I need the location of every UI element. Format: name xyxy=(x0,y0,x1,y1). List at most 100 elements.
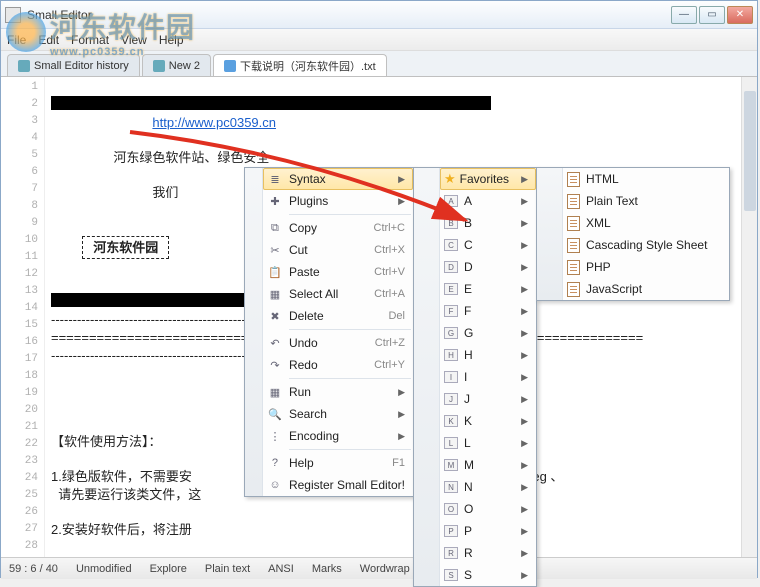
menu-item-label: N xyxy=(464,480,509,494)
statusbar: 59 : 6 / 40 Unmodified Explore Plain tex… xyxy=(1,557,757,579)
line-gutter: 1234567891011121314151617181920212223242… xyxy=(1,77,45,557)
menu-item-label: M xyxy=(464,458,509,472)
status-explore[interactable]: Explore xyxy=(150,563,187,575)
chevron-right-icon: ▶ xyxy=(521,482,528,493)
menu-item-label: Search xyxy=(289,407,386,421)
menu-item-label: A xyxy=(464,194,509,208)
tab-active[interactable]: 下载说明（河东软件园）.txt xyxy=(213,54,387,76)
chevron-right-icon: ▶ xyxy=(521,548,528,559)
menu-item-d[interactable]: DD▶ xyxy=(440,256,536,278)
menu-item-search[interactable]: 🔍Search▶ xyxy=(263,403,413,425)
menu-view[interactable]: View xyxy=(121,33,147,47)
chevron-right-icon: ▶ xyxy=(521,306,528,317)
menu-item-o[interactable]: OO▶ xyxy=(440,498,536,520)
menu-item-p[interactable]: PP▶ xyxy=(440,520,536,542)
menu-item-run[interactable]: ▦Run▶ xyxy=(263,381,413,403)
chevron-right-icon: ▶ xyxy=(521,240,528,251)
menu-item-label: L xyxy=(464,436,509,450)
menu-item-plain-text[interactable]: Plain Text xyxy=(563,190,729,212)
menu-item-j[interactable]: JJ▶ xyxy=(440,388,536,410)
menu-edit[interactable]: Edit xyxy=(38,33,59,47)
puzzle-icon: ✚ xyxy=(267,193,283,209)
menu-item-html[interactable]: HTML xyxy=(563,168,729,190)
letter-box-icon: O xyxy=(444,503,458,515)
menu-item-favorites[interactable]: ★Favorites▶ xyxy=(440,168,536,190)
scrollbar-thumb[interactable] xyxy=(744,91,756,211)
menu-item-javascript[interactable]: JavaScript xyxy=(563,278,729,300)
menu-item-s[interactable]: SS▶ xyxy=(440,564,536,586)
url-link[interactable]: http://www.pc0359.cn xyxy=(152,115,276,130)
menu-item-encoding[interactable]: ⋮Encoding▶ xyxy=(263,425,413,447)
close-button[interactable]: ✕ xyxy=(727,6,753,24)
tab-new2[interactable]: New 2 xyxy=(142,54,211,76)
menu-item-register-small-editor-[interactable]: ☺Register Small Editor! xyxy=(263,474,413,496)
cut-icon: ✂ xyxy=(267,242,283,258)
menu-item-syntax[interactable]: ≣ Syntax ▶ xyxy=(263,168,413,190)
list-icon: ≣ xyxy=(267,171,283,187)
status-modified[interactable]: Unmodified xyxy=(76,563,132,575)
menu-item-c[interactable]: CC▶ xyxy=(440,234,536,256)
menu-item-xml[interactable]: XML xyxy=(563,212,729,234)
menu-item-r[interactable]: RR▶ xyxy=(440,542,536,564)
menu-item-m[interactable]: MM▶ xyxy=(440,454,536,476)
menu-item-cascading-style-sheet[interactable]: Cascading Style Sheet xyxy=(563,234,729,256)
menu-item-copy[interactable]: ⧉CopyCtrl+C xyxy=(263,217,413,239)
menu-item-a[interactable]: AA▶ xyxy=(440,190,536,212)
menu-item-paste[interactable]: 📋PasteCtrl+V xyxy=(263,261,413,283)
minimize-button[interactable]: — xyxy=(671,6,697,24)
status-wordwrap[interactable]: Wordwrap xyxy=(360,563,410,575)
titlebar[interactable]: Small Editor — ▭ ✕ xyxy=(1,1,757,29)
menu-item-redo[interactable]: ↷RedoCtrl+Y xyxy=(263,354,413,376)
context-menu: ≣ Syntax ▶ ✚Plugins▶ ⧉CopyCtrl+C✂CutCtrl+X📋P… xyxy=(244,167,414,497)
chevron-right-icon: ▶ xyxy=(398,174,405,185)
menu-item-e[interactable]: EE▶ xyxy=(440,278,536,300)
menu-item-h[interactable]: HH▶ xyxy=(440,344,536,366)
text-line: 河东绿色软件站、绿色安全 xyxy=(113,150,269,165)
menu-item-label: O xyxy=(464,502,509,516)
menu-item-delete[interactable]: ✖DeleteDel xyxy=(263,305,413,327)
status-marks[interactable]: Marks xyxy=(312,563,342,575)
menu-item-undo[interactable]: ↶UndoCtrl+Z xyxy=(263,332,413,354)
menu-item-label: G xyxy=(464,326,509,340)
tab-history[interactable]: Small Editor history xyxy=(7,54,140,76)
status-position: 59 : 6 / 40 xyxy=(9,563,58,575)
chevron-right-icon: ▶ xyxy=(521,350,528,361)
menu-item-i[interactable]: II▶ xyxy=(440,366,536,388)
chevron-right-icon: ▶ xyxy=(521,438,528,449)
letter-box-icon: N xyxy=(444,481,458,493)
boxed-title: 河东软件园 xyxy=(82,236,169,259)
menu-item-b[interactable]: BB▶ xyxy=(440,212,536,234)
menu-item-f[interactable]: FF▶ xyxy=(440,300,536,322)
chevron-right-icon: ▶ xyxy=(521,372,528,383)
section-title: 【软件使用方法】： xyxy=(51,434,162,449)
menu-item-label: Syntax xyxy=(289,172,386,186)
menu-item-cut[interactable]: ✂CutCtrl+X xyxy=(263,239,413,261)
chevron-right-icon: ▶ xyxy=(521,174,528,185)
menu-item-label: B xyxy=(464,216,509,230)
star-icon: ★ xyxy=(444,171,456,187)
maximize-button[interactable]: ▭ xyxy=(699,6,725,24)
menu-item-label: J xyxy=(464,392,509,406)
menu-item-g[interactable]: GG▶ xyxy=(440,322,536,344)
letter-box-icon: M xyxy=(444,459,458,471)
menu-item-label: P xyxy=(464,524,509,538)
menu-item-label: JavaScript xyxy=(586,282,721,296)
vertical-scrollbar[interactable] xyxy=(741,77,757,557)
menu-file[interactable]: File xyxy=(7,33,26,47)
letter-box-icon: I xyxy=(444,371,458,383)
menu-item-help[interactable]: ?HelpF1 xyxy=(263,452,413,474)
menu-help[interactable]: Help xyxy=(159,33,184,47)
menu-item-label: Cascading Style Sheet xyxy=(586,238,721,252)
menu-item-label: Select All xyxy=(289,287,354,301)
menu-item-plugins[interactable]: ✚Plugins▶ xyxy=(263,190,413,212)
menu-item-php[interactable]: PHP xyxy=(563,256,729,278)
menu-item-l[interactable]: LL▶ xyxy=(440,432,536,454)
menu-format[interactable]: Format xyxy=(71,33,109,47)
menu-item-select-all[interactable]: ▦Select AllCtrl+A xyxy=(263,283,413,305)
menu-item-k[interactable]: KK▶ xyxy=(440,410,536,432)
menu-item-n[interactable]: NN ▶ xyxy=(440,476,536,498)
status-filetype[interactable]: Plain text xyxy=(205,563,250,575)
menu-item-label: E xyxy=(464,282,509,296)
tab-label: New 2 xyxy=(169,60,200,72)
status-encoding[interactable]: ANSI xyxy=(268,563,294,575)
